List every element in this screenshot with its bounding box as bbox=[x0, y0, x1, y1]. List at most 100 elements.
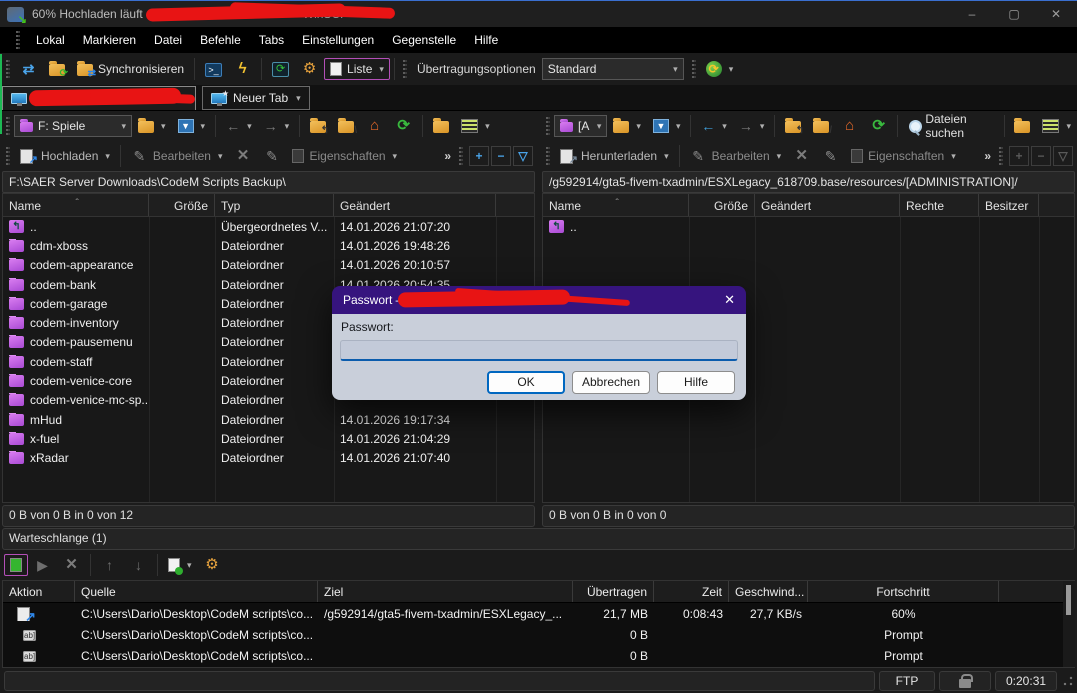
remote-parent-directory-button[interactable]: ↰ bbox=[779, 115, 807, 137]
queue-scrollbar[interactable] bbox=[1063, 581, 1075, 667]
queue-row[interactable]: C:\Users\Dario\Desktop\CodeM scripts\co.… bbox=[3, 645, 1074, 666]
local-home-directory-button[interactable]: ⌂ bbox=[360, 114, 389, 138]
menu-tabs[interactable]: Tabs bbox=[251, 29, 292, 51]
queue-row[interactable]: C:\Users\Dario\Desktop\CodeM scripts\co.… bbox=[3, 624, 1074, 645]
invert-selection-button[interactable]: ▽ bbox=[513, 146, 533, 166]
toolbar-grip[interactable] bbox=[403, 60, 407, 78]
local-view-style-button[interactable]: ▾ bbox=[455, 115, 496, 137]
remote-directory-select[interactable]: [A ▾ bbox=[554, 115, 607, 137]
local-root-directory-button[interactable]: \ bbox=[332, 115, 360, 137]
toolbar-grip[interactable] bbox=[6, 147, 10, 165]
toolbar-grip[interactable] bbox=[459, 147, 463, 165]
remote-select-files-button[interactable]: + bbox=[1009, 146, 1029, 166]
column-header-name[interactable]: Nameˆ bbox=[543, 194, 689, 216]
properties-button[interactable]: Eigenschaften ▾ bbox=[286, 145, 403, 167]
edit-button[interactable]: ✎ Bearbeiten ▾ bbox=[125, 144, 229, 168]
queue-show-button[interactable] bbox=[4, 554, 28, 576]
column-header-modified[interactable]: Geändert bbox=[334, 194, 496, 216]
queue-idle-action-button[interactable]: ▾ bbox=[162, 554, 198, 576]
remote-back-button[interactable]: ←▾ bbox=[695, 114, 733, 138]
remote-unselect-files-button[interactable]: − bbox=[1031, 146, 1051, 166]
local-path-bar[interactable]: F:\SAER Server Downloads\CodeM Scripts B… bbox=[2, 171, 535, 193]
close-button[interactable]: ✕ bbox=[1035, 1, 1077, 27]
remote-rename-button[interactable]: ✎ bbox=[816, 144, 845, 168]
remote-open-directory-button[interactable]: ▾ bbox=[607, 115, 647, 137]
find-files-button[interactable]: Dateien suchen bbox=[902, 108, 1000, 144]
menu-datei[interactable]: Datei bbox=[146, 29, 190, 51]
transfer-preset-select[interactable]: Standard ▾ bbox=[542, 58, 684, 80]
rename-button[interactable]: ✎ bbox=[257, 144, 286, 168]
remote-path-bar[interactable]: /g592914/gta5-fivem-txadmin/ESXLegacy_61… bbox=[542, 171, 1075, 193]
column-header-type[interactable]: Typ bbox=[215, 194, 334, 216]
queue-column-action[interactable]: Aktion bbox=[3, 581, 75, 602]
resize-grip[interactable] bbox=[1063, 676, 1073, 686]
toolbar-overflow-chevron[interactable]: » bbox=[444, 149, 451, 163]
remote-home-directory-button[interactable]: ⌂ bbox=[835, 114, 864, 138]
remote-forward-button[interactable]: →▾ bbox=[733, 114, 771, 138]
toolbar-grip[interactable] bbox=[546, 147, 550, 165]
download-button[interactable]: Herunterladen ▾ bbox=[554, 145, 675, 168]
menu-befehle[interactable]: Befehle bbox=[192, 29, 249, 51]
add-extension-button[interactable]: ϟ bbox=[228, 57, 257, 81]
remote-delete-button[interactable]: ✕ bbox=[787, 144, 816, 168]
file-row[interactable]: .. Übergeordnetes V... 14.01.2026 21:07:… bbox=[3, 217, 534, 236]
file-row[interactable]: mHud Dateiordner 14.01.2026 19:17:34 bbox=[3, 410, 534, 429]
column-header-modified[interactable]: Geändert bbox=[755, 194, 900, 216]
remote-view-style-button[interactable]: ▾ bbox=[1036, 115, 1077, 137]
queue-preferences-button[interactable]: ⚙ bbox=[198, 553, 227, 577]
local-copy-session-button[interactable] bbox=[427, 115, 455, 137]
ok-button[interactable]: OK bbox=[487, 371, 565, 394]
toolbar-overflow-chevron[interactable]: » bbox=[984, 149, 991, 163]
remote-root-directory-button[interactable]: / bbox=[807, 115, 835, 137]
upload-button[interactable]: Hochladen ▾ bbox=[14, 145, 116, 168]
toolbar-grip[interactable] bbox=[999, 147, 1003, 165]
toolbar-grip[interactable] bbox=[16, 31, 20, 49]
file-row[interactable]: cdm-xboss Dateiordner 14.01.2026 19:48:2… bbox=[3, 236, 534, 255]
queue-delete-button[interactable]: ✕ bbox=[57, 553, 86, 577]
column-header-rights[interactable]: Rechte bbox=[900, 194, 979, 216]
cancel-button[interactable]: Abbrechen bbox=[572, 371, 650, 394]
remote-copy-session-button[interactable] bbox=[1008, 115, 1036, 137]
menu-einstellungen[interactable]: Einstellungen bbox=[294, 29, 382, 51]
view-mode-liste-button[interactable]: Liste ▾ bbox=[324, 58, 390, 80]
sync-browsing-button[interactable]: ⟳ bbox=[43, 58, 71, 80]
local-parent-directory-button[interactable]: ↰ bbox=[304, 115, 332, 137]
column-header-size[interactable]: Größe bbox=[149, 194, 215, 216]
toolbar-grip[interactable] bbox=[6, 117, 10, 135]
local-back-button[interactable]: ←▾ bbox=[220, 114, 258, 138]
queue-column-speed[interactable]: Geschwind... bbox=[729, 581, 808, 602]
menu-markieren[interactable]: Markieren bbox=[75, 29, 144, 51]
queue-row[interactable]: C:\Users\Dario\Desktop\CodeM scripts\co.… bbox=[3, 603, 1074, 624]
scrollbar-thumb[interactable] bbox=[1066, 585, 1071, 615]
toolbar-grip[interactable] bbox=[692, 60, 696, 78]
dialog-close-icon[interactable]: ✕ bbox=[724, 292, 735, 308]
new-tab-button[interactable]: Neuer Tab ▾ bbox=[202, 86, 310, 110]
queue-column-transferred[interactable]: Übertragen bbox=[573, 581, 654, 602]
toolbar-grip[interactable] bbox=[6, 60, 10, 78]
refresh-button[interactable]: ⟳ bbox=[266, 58, 295, 81]
synchronize-remote-button[interactable]: ▾ bbox=[700, 57, 740, 81]
swap-panels-button[interactable]: ⇄ bbox=[14, 57, 43, 81]
queue-resume-button[interactable]: ▶ bbox=[28, 553, 57, 577]
local-drive-select[interactable]: F: Spiele ▾ bbox=[14, 115, 132, 137]
remote-refresh-button[interactable]: ⟳ bbox=[864, 114, 893, 138]
synchronize-button[interactable]: ⇄ Synchronisieren bbox=[71, 58, 190, 80]
toolbar-grip[interactable] bbox=[546, 117, 550, 135]
local-filter-button[interactable]: ▼▾ bbox=[172, 115, 212, 137]
local-forward-button[interactable]: →▾ bbox=[258, 114, 296, 138]
queue-column-progress[interactable]: Fortschritt bbox=[808, 581, 999, 602]
menu-gegenstelle[interactable]: Gegenstelle bbox=[384, 29, 464, 51]
menu-lokal[interactable]: Lokal bbox=[28, 29, 73, 51]
queue-move-up-button[interactable]: ↑ bbox=[95, 553, 124, 577]
file-row[interactable]: codem-appearance Dateiordner 14.01.2026 … bbox=[3, 256, 534, 275]
remote-invert-selection-button[interactable]: ▽ bbox=[1053, 146, 1073, 166]
preferences-button[interactable]: ⚙ bbox=[295, 57, 324, 81]
password-input[interactable] bbox=[340, 340, 738, 361]
remote-edit-button[interactable]: ✎ Bearbeiten ▾ bbox=[684, 144, 788, 168]
maximize-button[interactable]: ▢ bbox=[993, 1, 1035, 27]
open-terminal-button[interactable]: >_ bbox=[199, 58, 228, 81]
queue-column-source[interactable]: Quelle bbox=[75, 581, 318, 602]
column-header-name[interactable]: Nameˆ bbox=[3, 194, 149, 216]
queue-move-down-button[interactable]: ↓ bbox=[124, 553, 153, 577]
queue-column-time[interactable]: Zeit bbox=[654, 581, 729, 602]
